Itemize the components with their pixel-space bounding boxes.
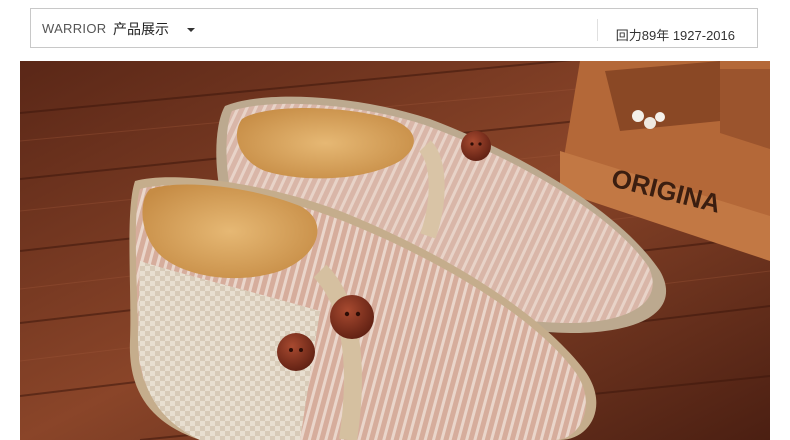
brand-logo-text[interactable]: WARRIOR xyxy=(42,21,106,36)
nav-divider xyxy=(597,19,598,41)
product-hero-image: ORIGINA xyxy=(20,61,770,440)
chevron-down-icon[interactable] xyxy=(187,28,195,32)
brand-history-text: 回力89年 1927-2016 xyxy=(615,28,735,43)
product-showcase-menu[interactable]: 产品展示 xyxy=(113,19,169,39)
shoes-illustration: ORIGINA xyxy=(20,61,770,440)
top-nav-bar: WARRIOR 产品展示 回力89年 1927-2016 xyxy=(30,8,758,48)
